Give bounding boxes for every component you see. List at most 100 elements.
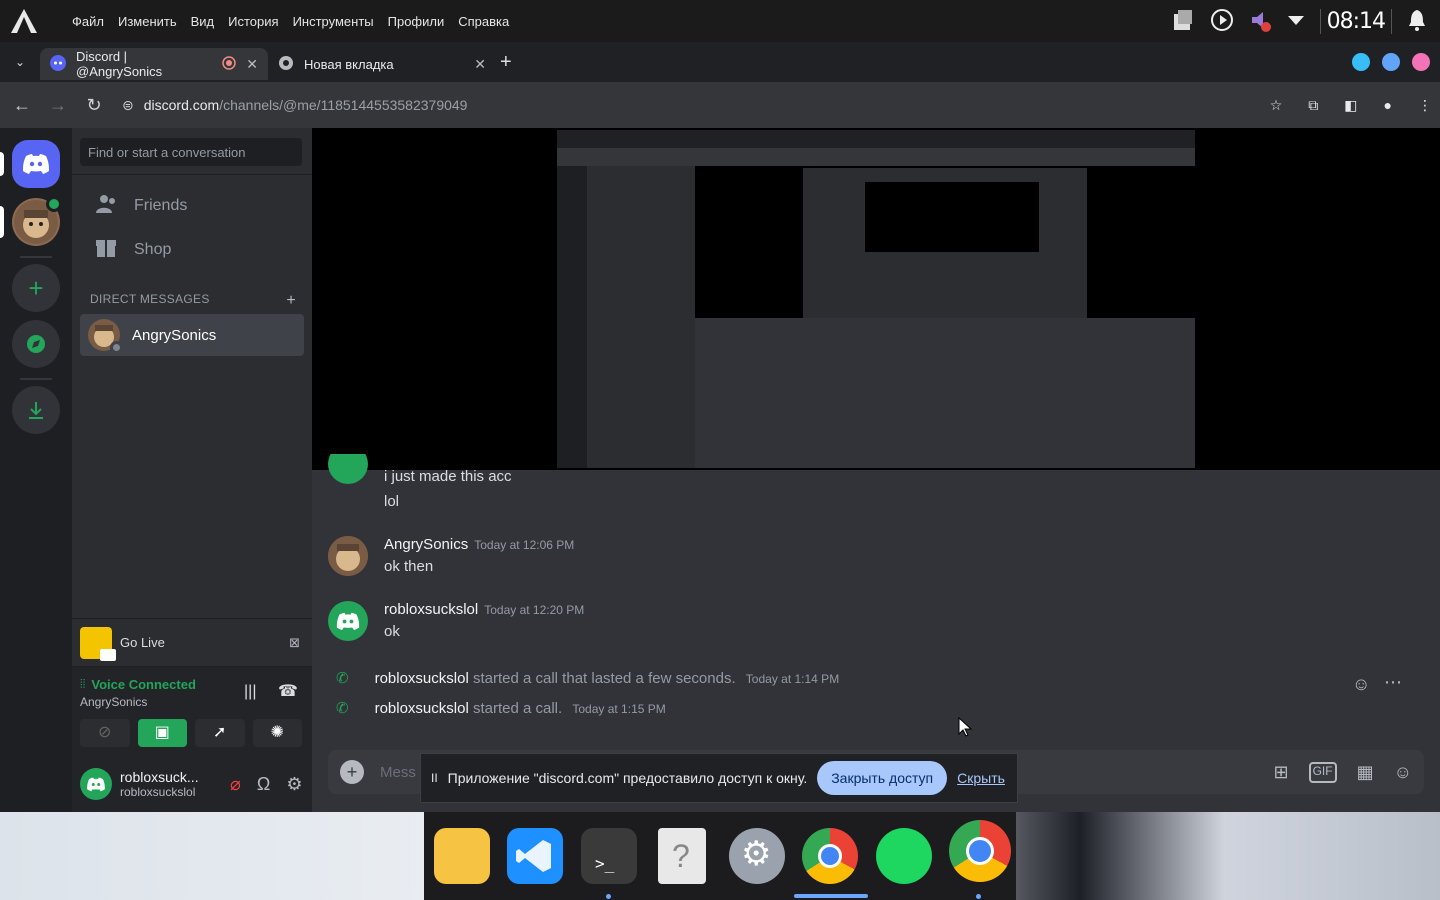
menu-edit[interactable]: Изменить	[118, 14, 177, 29]
nav-friends[interactable]: Friends	[80, 185, 304, 227]
user-names[interactable]: robloxsuck... robloxsuckslol	[120, 769, 210, 799]
stop-stream-icon[interactable]: ⊠	[289, 635, 300, 651]
hide-link[interactable]: Скрыть	[957, 770, 1005, 786]
mic-muted-icon[interactable]: ⌀	[230, 774, 241, 795]
discord-home-button[interactable]	[12, 140, 60, 188]
minimize-button[interactable]	[1352, 53, 1370, 71]
avatar[interactable]	[328, 536, 368, 576]
bookmark-star-icon[interactable]: ☆	[1270, 97, 1283, 114]
arch-logo-icon[interactable]	[0, 0, 48, 42]
activities-rocket-button[interactable]: ➚	[195, 719, 245, 747]
chrome-app-icon[interactable]	[802, 828, 858, 884]
tab-new[interactable]: Новая вкладка ✕	[268, 48, 496, 80]
message-author[interactable]: AngrySonics	[384, 536, 468, 553]
avatar-partial	[328, 454, 368, 484]
menu-tools[interactable]: Инструменты	[293, 14, 374, 29]
stop-sharing-button[interactable]: Закрыть доступ	[817, 761, 948, 795]
chrome-app-icon[interactable]	[949, 820, 1011, 882]
dock: >_ ? ⚙	[424, 812, 1016, 900]
profile-icon[interactable]: ●	[1384, 97, 1392, 113]
share-screen-button[interactable]: ▣	[137, 719, 187, 747]
add-reaction-icon[interactable]: ☺	[1352, 674, 1370, 695]
settings-app-icon[interactable]: ⚙	[729, 828, 785, 884]
avatar[interactable]	[328, 601, 368, 641]
camera-off-button[interactable]: ⊘	[80, 719, 130, 747]
back-arrow-icon[interactable]: ←	[4, 95, 40, 116]
close-window-button[interactable]	[1412, 53, 1430, 71]
close-tab-icon[interactable]: ✕	[246, 56, 258, 73]
system-author[interactable]: robloxsuckslol	[375, 670, 469, 687]
headphones-icon[interactable]: Ω	[257, 774, 270, 795]
attach-plus-icon[interactable]: +	[340, 760, 364, 784]
create-dm-plus-icon[interactable]: +	[286, 292, 296, 310]
sticker-icon[interactable]: ▦	[1357, 762, 1374, 783]
message-text: lol	[384, 493, 400, 510]
message-input[interactable]: Mess	[380, 764, 416, 781]
emoji-icon[interactable]: ☺	[1394, 762, 1412, 783]
menu-view[interactable]: Вид	[191, 14, 215, 29]
notification-bell-icon[interactable]	[1406, 8, 1428, 35]
discord-logo-icon	[23, 154, 49, 174]
mouse-cursor-icon	[957, 716, 973, 743]
vscode-app-icon[interactable]	[507, 828, 563, 884]
system-author[interactable]: robloxsuckslol	[375, 700, 469, 717]
menu-file[interactable]: Файл	[72, 14, 104, 29]
noise-suppression-icon[interactable]: |||	[244, 683, 256, 701]
menu-help[interactable]: Справка	[458, 14, 509, 29]
address-url[interactable]: discord.com/channels/@me/118514455358237…	[144, 97, 468, 113]
user-username: robloxsuckslol	[120, 785, 196, 799]
unknown-file-icon[interactable]: ?	[658, 828, 706, 884]
tab-list-chevron-icon[interactable]: ⌄	[0, 55, 40, 69]
message-more-icon[interactable]: ⋯	[1384, 672, 1402, 693]
search-input[interactable]: Find or start a conversation	[80, 138, 302, 166]
new-tab-plus-icon[interactable]: +	[500, 51, 512, 74]
screen-share-stream[interactable]	[312, 128, 1440, 470]
pause-icon: II	[431, 771, 438, 785]
site-info-icon[interactable]: ⊜	[122, 97, 134, 114]
forward-arrow-icon[interactable]: →	[40, 95, 76, 116]
disconnect-call-icon[interactable]: ☎	[278, 681, 298, 701]
nav-label: Friends	[134, 197, 188, 214]
discord-logo-icon	[336, 612, 360, 630]
more-menu-icon[interactable]: ⋮	[1418, 97, 1432, 114]
clipboard-icon[interactable]	[1170, 8, 1196, 35]
explore-compass-icon[interactable]	[12, 320, 60, 368]
menu-history[interactable]: История	[228, 14, 278, 29]
system-message: ✆ robloxsuckslol started a call that las…	[336, 669, 839, 688]
reload-icon[interactable]: ↻	[76, 95, 112, 116]
voice-status[interactable]: Voice Connected	[91, 677, 196, 692]
voice-channel[interactable]: AngrySonics	[80, 695, 147, 709]
chat-area: i just made this acc lol AngrySonics Toda…	[312, 128, 1440, 812]
files-app-icon[interactable]	[434, 828, 490, 884]
gif-icon[interactable]: GIF	[1308, 761, 1337, 783]
spotify-app-icon[interactable]	[876, 828, 932, 884]
side-panel-icon[interactable]: ◧	[1344, 97, 1357, 114]
url-domain: discord.com	[143, 97, 220, 113]
stream-preview	[557, 130, 1195, 468]
add-server-plus-icon[interactable]: +	[12, 264, 60, 312]
shop-icon	[94, 236, 118, 265]
chevron-down-icon[interactable]	[1286, 13, 1306, 30]
settings-gear-icon[interactable]: ⚙	[286, 774, 302, 795]
tab-discord[interactable]: Discord | @AngrySonics ✕	[40, 48, 268, 80]
dm-sidebar: Find or start a conversation Friends Sho…	[72, 128, 312, 812]
volume-muted-icon[interactable]	[1248, 8, 1272, 35]
soundboard-button[interactable]: ✺	[252, 719, 302, 747]
nav-shop[interactable]: Shop	[80, 229, 304, 271]
user-avatar[interactable]	[80, 768, 112, 800]
media-play-icon[interactable]	[1210, 8, 1234, 35]
gift-icon[interactable]: ⊞	[1274, 762, 1289, 783]
download-apps-icon[interactable]	[12, 386, 60, 434]
dm-item-angrysonics[interactable]: AngrySonics	[80, 314, 304, 356]
close-tab-icon[interactable]: ✕	[474, 56, 486, 73]
menu-profiles[interactable]: Профили	[388, 14, 445, 29]
message-author[interactable]: robloxsuckslol	[384, 601, 478, 618]
terminal-app-icon[interactable]: >_	[581, 828, 637, 884]
voice-actions: ⊘ ▣ ➚ ✺	[80, 719, 302, 747]
maximize-button[interactable]	[1382, 53, 1400, 71]
server-avatar-angrysonics[interactable]	[12, 196, 62, 246]
chrome-favicon-icon	[278, 55, 294, 74]
extensions-puzzle-icon[interactable]: ⧉	[1308, 97, 1318, 114]
signal-strength-icon[interactable]: ⦙⦙	[80, 677, 85, 692]
active-indicator	[794, 894, 868, 898]
